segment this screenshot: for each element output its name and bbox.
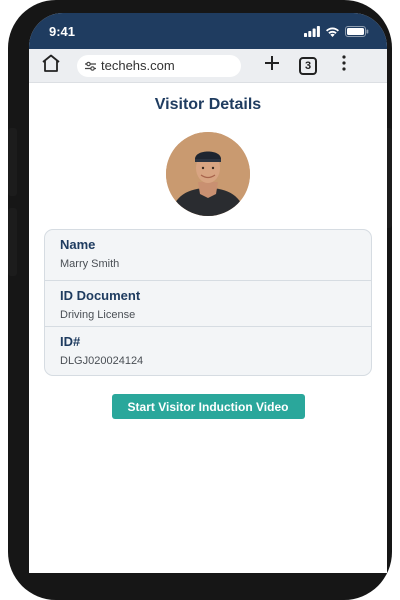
status-bar: 9:41	[29, 13, 387, 49]
home-icon	[41, 54, 61, 77]
detail-label: ID#	[60, 334, 81, 349]
more-icon	[342, 55, 346, 76]
detail-value: Marry Smith	[60, 258, 120, 270]
battery-icon	[345, 25, 369, 37]
detail-label: Name	[60, 237, 96, 252]
detail-row-id-document: ID Document Driving License	[45, 280, 371, 326]
start-induction-video-button[interactable]: Start Visitor Induction Video	[111, 394, 305, 419]
phone-frame: 9:41 techehs.com 3 Visitor Details Name …	[8, 0, 392, 600]
more-menu-button[interactable]	[339, 55, 349, 77]
address-bar[interactable]: techehs.com	[77, 54, 241, 77]
plus-icon	[264, 55, 280, 76]
home-button[interactable]	[39, 54, 63, 78]
new-tab-button[interactable]	[261, 55, 283, 77]
detail-row-name: Name Marry Smith	[45, 230, 371, 280]
status-time: 9:41	[49, 23, 76, 39]
detail-value: DLGJ020024124	[60, 355, 144, 367]
detail-row-id-number: ID# DLGJ020024124	[45, 326, 371, 375]
tab-count: 3	[304, 59, 312, 72]
wifi-icon	[325, 26, 340, 37]
phone-screen: 9:41 techehs.com 3 Visitor Details Name …	[29, 13, 387, 573]
visitor-avatar	[166, 132, 250, 216]
address-url: techehs.com	[101, 58, 175, 73]
phone-side-button	[8, 208, 17, 276]
page-title: Visitor Details	[154, 96, 262, 113]
visitor-details-card: Name Marry Smith ID Document Driving Lic…	[44, 229, 372, 376]
phone-side-button	[8, 128, 17, 196]
browser-toolbar: techehs.com 3	[29, 49, 387, 83]
detail-label: ID Document	[60, 288, 141, 303]
signal-icon	[304, 25, 320, 37]
status-icons	[304, 25, 369, 37]
detail-value: Driving License	[60, 309, 136, 321]
tune-icon[interactable]	[85, 61, 96, 71]
tabs-button[interactable]: 3	[299, 56, 317, 75]
